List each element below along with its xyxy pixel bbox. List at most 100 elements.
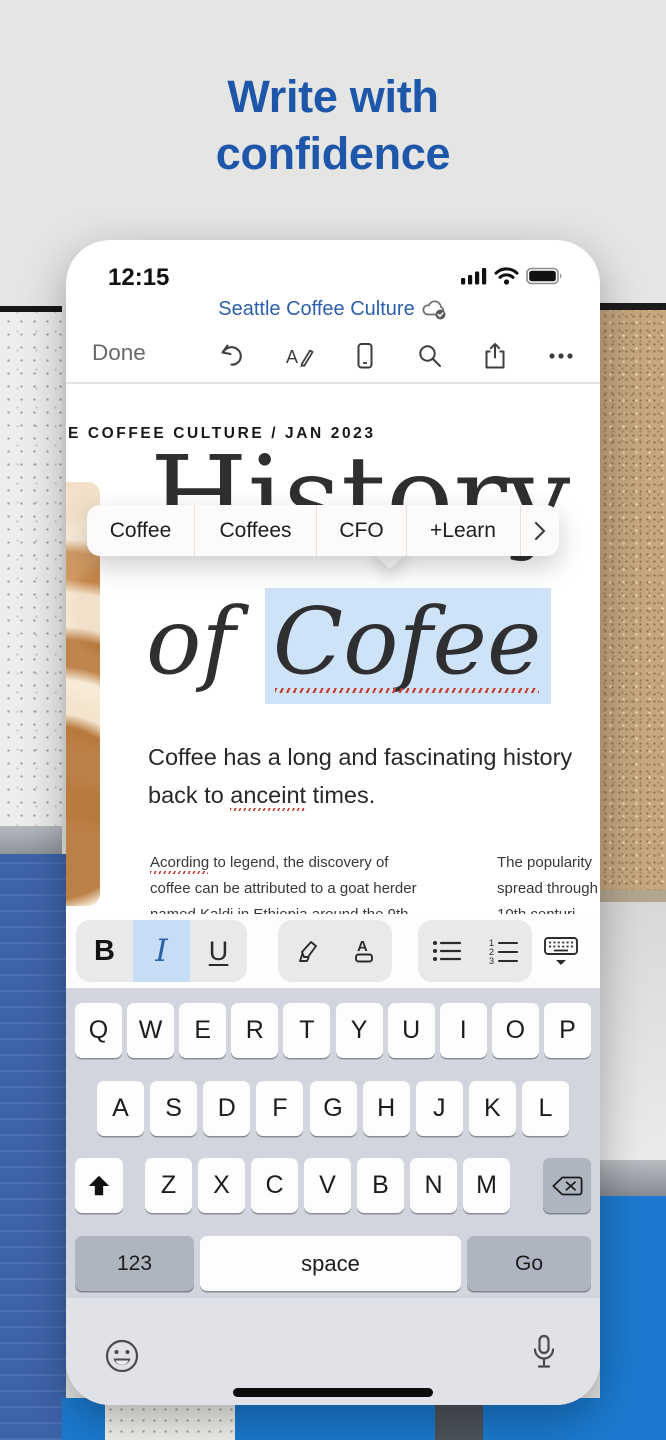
bg-blue-fabric-left (0, 854, 66, 1440)
italic-icon: I (155, 933, 167, 969)
suggestions-more-button[interactable] (520, 505, 559, 556)
shift-key[interactable] (75, 1158, 123, 1213)
key[interactable]: G (310, 1081, 357, 1136)
svg-text:A: A (286, 347, 298, 367)
format-pen-icon[interactable]: A (286, 343, 314, 369)
lead-line2-before: back to (148, 782, 230, 808)
mobile-view-icon[interactable] (353, 342, 377, 370)
italic-button[interactable]: I (133, 920, 190, 982)
toolbar-divider (66, 382, 600, 384)
hero-title-line1: Write with (0, 68, 666, 125)
key[interactable]: S (150, 1081, 197, 1136)
microphone-button[interactable] (532, 1334, 556, 1372)
undo-icon[interactable] (218, 343, 246, 369)
article-column-right: The popularity spread through 10th centu… (497, 850, 600, 914)
wifi-icon (494, 267, 519, 285)
numbered-list-icon: 123 (489, 938, 519, 964)
lead-line1: Coffee has a long and fascinating histor… (148, 738, 600, 776)
font-color-button[interactable]: A (335, 920, 392, 982)
col2-line3-clipped: 10th centuri (497, 902, 600, 914)
key[interactable]: C (251, 1158, 298, 1213)
key[interactable]: D (203, 1081, 250, 1136)
hero-title: Write with confidence (0, 68, 666, 182)
highlighter-icon (293, 937, 321, 965)
key[interactable]: T (283, 1003, 330, 1058)
key[interactable]: F (256, 1081, 303, 1136)
backspace-icon (551, 1174, 583, 1198)
cloud-check-icon (421, 299, 448, 321)
bg-gray-strip-left (0, 826, 62, 854)
bold-button[interactable]: B (76, 920, 133, 982)
document-title[interactable]: Seattle Coffee Culture (218, 298, 414, 321)
share-icon[interactable] (482, 342, 508, 370)
space-key[interactable]: space (200, 1236, 461, 1291)
suggestion-item[interactable]: Coffees (194, 505, 316, 556)
status-bar-time: 12:15 (108, 264, 169, 292)
suggestion-item[interactable]: Coffee (87, 505, 194, 556)
numbers-key[interactable]: 123 (75, 1236, 194, 1291)
key[interactable]: L (522, 1081, 569, 1136)
key[interactable]: Q (75, 1003, 122, 1058)
lead-paragraph: Coffee has a long and fascinating histor… (148, 738, 600, 814)
bg-speckled-tile-left (0, 306, 62, 826)
col1-line3-clipped: named Kaldi in Ethiopia around the 9th (150, 902, 436, 914)
bg-cork-board-right (600, 303, 666, 890)
key[interactable]: N (410, 1158, 457, 1213)
formatting-toolbar: B I U A (66, 914, 600, 988)
key[interactable]: H (363, 1081, 410, 1136)
key[interactable]: E (179, 1003, 226, 1058)
list-group: 123 (418, 920, 532, 982)
key[interactable]: O (492, 1003, 539, 1058)
misspelled-word[interactable]: Acording (150, 854, 209, 871)
key[interactable]: Z (145, 1158, 192, 1213)
col1-line2: coffee can be attributed to a goat herde… (150, 876, 436, 902)
key[interactable]: M (463, 1158, 510, 1213)
battery-icon (526, 267, 564, 285)
status-bar-icons (461, 267, 564, 285)
highlighter-button[interactable] (278, 920, 335, 982)
numbered-list-button[interactable]: 123 (475, 920, 532, 982)
key[interactable]: P (544, 1003, 591, 1058)
bg-tan-strip-right (600, 890, 666, 902)
key[interactable]: B (357, 1158, 404, 1213)
bulleted-list-button[interactable] (418, 920, 475, 982)
autocorrect-suggestion-bar: CoffeeCoffeesCFO+Learn (87, 505, 559, 556)
document-toolbar: A (218, 336, 574, 376)
emoji-button[interactable] (104, 1338, 140, 1374)
key[interactable]: X (198, 1158, 245, 1213)
lead-line2-after: times. (306, 782, 375, 808)
key[interactable]: V (304, 1158, 351, 1213)
bg-blue-right (600, 1196, 666, 1440)
key[interactable]: W (127, 1003, 174, 1058)
bg-gray-strip-right (600, 1160, 666, 1196)
key[interactable]: A (97, 1081, 144, 1136)
bg-light-strip-right (600, 902, 666, 1160)
suggestion-item[interactable]: +Learn (406, 505, 519, 556)
go-key[interactable]: Go (467, 1236, 591, 1291)
backspace-key[interactable] (543, 1158, 591, 1213)
key[interactable]: J (416, 1081, 463, 1136)
phone-mockup: 12:15 Seattle Co (66, 240, 600, 1405)
misspelled-word[interactable]: anceint (230, 782, 306, 808)
key[interactable]: Y (336, 1003, 383, 1058)
home-indicator[interactable] (233, 1388, 433, 1397)
key[interactable]: R (231, 1003, 278, 1058)
key[interactable]: K (469, 1081, 516, 1136)
underline-icon: U (209, 936, 229, 967)
search-icon[interactable] (417, 343, 443, 369)
underline-button[interactable]: U (190, 920, 247, 982)
bg-tile-bottom (105, 1404, 235, 1440)
hero-title-line2: confidence (0, 125, 666, 182)
selected-word-highlight[interactable]: Cofee (265, 588, 552, 704)
document-heading-line2: of Cofee (146, 584, 551, 704)
dismiss-keyboard-button[interactable] (532, 920, 590, 982)
heading-prefix: of (146, 588, 265, 695)
svg-text:3: 3 (489, 956, 494, 964)
key[interactable]: U (388, 1003, 435, 1058)
key[interactable]: I (440, 1003, 487, 1058)
done-button[interactable]: Done (92, 340, 146, 366)
col2-line1: The popularity (497, 850, 600, 876)
suggestion-item[interactable]: CFO (316, 505, 406, 556)
keyboard: QWERTYUIOP ASDFGHJKL ZXCVBNM 123 spac (66, 988, 600, 1405)
more-icon[interactable] (548, 352, 574, 360)
